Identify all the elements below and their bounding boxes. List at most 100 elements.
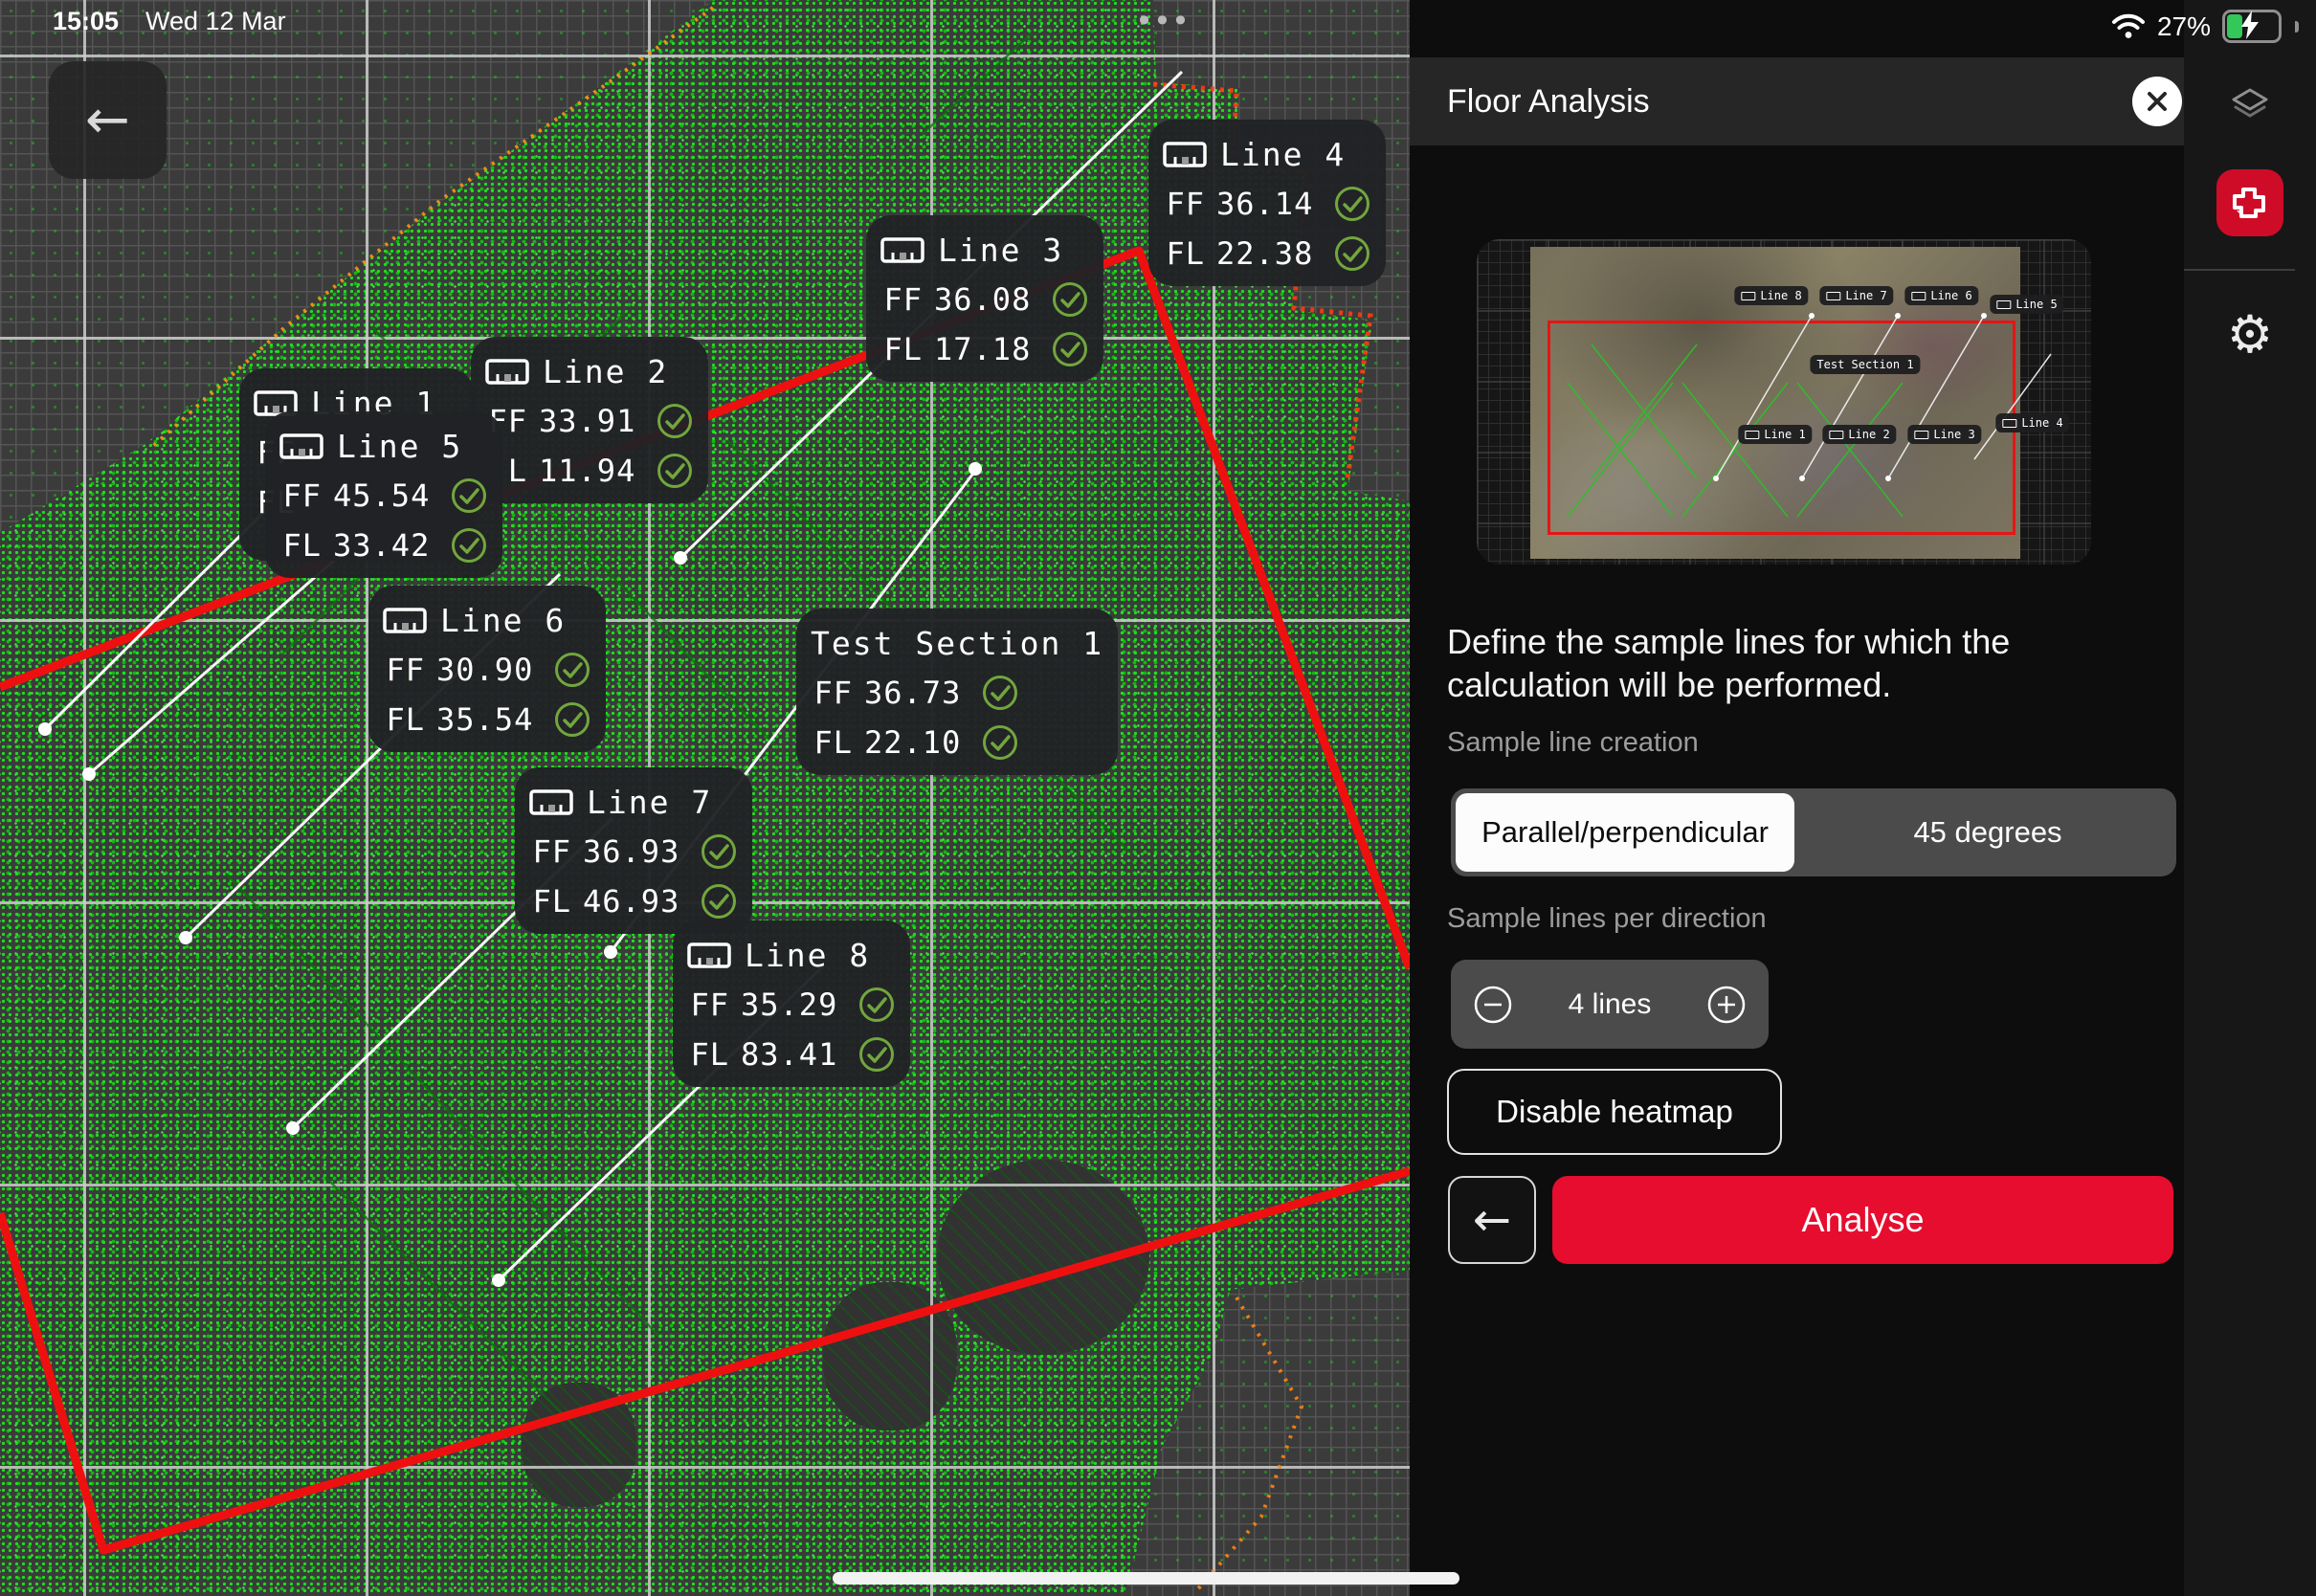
metric-row: FF36.93 <box>529 831 738 873</box>
measurement-callout-line3[interactable]: Line 3 FF36.08 FL17.18 <box>866 215 1103 382</box>
metric-row: FL83.41 <box>687 1033 896 1075</box>
battery-icon <box>2222 10 2282 43</box>
check-icon <box>981 723 1019 762</box>
check-icon <box>981 674 1019 712</box>
status-date: Wed 12 Mar <box>145 7 286 36</box>
segment-parallel-perpendicular[interactable]: Parallel/perpendicular <box>1456 793 1794 872</box>
check-icon <box>450 526 488 565</box>
battery-percent: 27% <box>2157 11 2211 42</box>
measurement-callout-line5[interactable]: Line 5 FF45.54 FL33.42 <box>265 411 502 578</box>
layers-icon[interactable] <box>2228 84 2272 128</box>
minus-button[interactable] <box>1472 984 1514 1026</box>
metric-row: FL17.18 <box>880 328 1089 370</box>
wifi-icon <box>2111 13 2146 40</box>
measurement-callout-line2[interactable]: Line 2 FF33.91 L11.94 <box>471 337 708 503</box>
ruler-icon <box>1163 142 1207 167</box>
floor-analysis-tool-button[interactable] <box>2216 169 2283 236</box>
lines-per-direction-stepper: 4 lines <box>1451 960 1769 1049</box>
metric-row: L11.94 <box>485 450 694 492</box>
sample-line-creation-label: Sample line creation <box>1447 727 1699 759</box>
check-icon <box>1051 330 1089 368</box>
thumbnail-label: Test Section 1 <box>1810 355 1920 374</box>
ruler-icon <box>1745 431 1759 439</box>
measurement-callout-line7[interactable]: Line 7 FF36.93 FL46.93 <box>515 767 752 934</box>
callout-title: Line 4 <box>1163 133 1371 175</box>
metric-row: FL46.93 <box>529 880 738 922</box>
ruler-icon <box>687 942 731 968</box>
tool-rail: ⚙ <box>2184 0 2316 1596</box>
panel-title: Floor Analysis <box>1447 83 1650 121</box>
check-icon <box>553 651 591 689</box>
back-button[interactable]: ← <box>49 61 167 179</box>
analyse-button[interactable]: Analyse <box>1552 1176 2173 1264</box>
metric-row: FF30.90 <box>383 649 591 691</box>
thumbnail-label: Line 1 <box>1738 425 1812 444</box>
panel-header: Floor Analysis <box>1410 57 2184 145</box>
measurement-callout-line4[interactable]: Line 4 FF36.14 FL22.38 <box>1148 120 1386 286</box>
rail-divider <box>2184 269 2295 271</box>
check-icon <box>1333 185 1371 223</box>
ruler-icon <box>1826 292 1840 300</box>
disable-heatmap-button[interactable]: Disable heatmap <box>1447 1069 1782 1155</box>
thumbnail-label: Line 6 <box>1904 286 1978 305</box>
ruler-icon <box>1829 431 1843 439</box>
thumbnail-label: Line 8 <box>1734 286 1808 305</box>
home-indicator[interactable] <box>833 1572 1459 1585</box>
charging-bolt-icon <box>2238 10 2261 40</box>
callout-title: Line 7 <box>529 781 738 823</box>
ruler-icon <box>485 359 529 385</box>
check-icon <box>700 832 738 871</box>
ruler-icon <box>1996 300 2011 309</box>
check-icon <box>1333 234 1371 273</box>
ruler-icon <box>2002 419 2016 428</box>
ruler-icon <box>279 433 323 459</box>
measurement-callout-line6[interactable]: Line 6 FF30.90 FL35.54 <box>368 586 606 752</box>
metric-row: FL22.38 <box>1163 233 1371 275</box>
check-icon <box>700 882 738 920</box>
stepper-value: 4 lines <box>1569 988 1652 1021</box>
metric-row: FF45.54 <box>279 475 488 517</box>
metric-row: FF33.91 <box>485 400 694 442</box>
floor-analysis-panel: Floor Analysis <box>1410 0 2184 1596</box>
check-icon <box>857 986 896 1024</box>
measurement-callout-test-section-1[interactable]: Test Section 1 FF36.73 FL22.10 <box>796 609 1118 775</box>
floor-section-icon <box>2229 182 2271 224</box>
measurement-callout-line8[interactable]: Line 8 FF35.29 FL83.41 <box>673 920 910 1087</box>
metric-row: FF36.73 <box>811 672 1103 714</box>
thumbnail-label: Line 3 <box>1907 425 1981 444</box>
app-screen: Line 1 FF FL Line 2 FF33.91 L11.94 <box>0 0 2316 1596</box>
ruler-icon <box>1911 292 1926 300</box>
plus-button[interactable] <box>1705 984 1748 1026</box>
gear-icon[interactable]: ⚙ <box>2184 304 2316 365</box>
status-battery-cluster: 27% <box>2111 10 2299 43</box>
callout-title: Line 8 <box>687 934 896 976</box>
check-icon <box>553 700 591 739</box>
point-cloud-canvas[interactable]: Line 1 FF FL Line 2 FF33.91 L11.94 <box>0 0 1410 1596</box>
check-icon <box>857 1035 896 1074</box>
metric-row: FF36.14 <box>1163 183 1371 225</box>
metric-row: FF35.29 <box>687 984 896 1026</box>
metric-row: FL35.54 <box>383 698 591 741</box>
callout-title: Line 3 <box>880 229 1089 271</box>
ruler-icon <box>1914 431 1928 439</box>
close-button[interactable] <box>2132 77 2182 126</box>
check-icon <box>450 477 488 515</box>
multitask-dots-indicator[interactable]: ••• <box>1113 2 1218 39</box>
panel-back-button[interactable]: ← <box>1448 1176 1536 1264</box>
close-icon <box>2146 90 2169 113</box>
segment-45-degrees[interactable]: 45 degrees <box>1799 788 2176 876</box>
callout-title: Line 6 <box>383 599 591 641</box>
callout-title: Line 5 <box>279 425 488 467</box>
check-icon <box>656 402 694 440</box>
callout-title: Line 2 <box>485 350 694 392</box>
ruler-icon <box>529 789 573 815</box>
ruler-icon <box>880 237 924 263</box>
thumbnail-label: Line 2 <box>1822 425 1896 444</box>
thumbnail-label: Line 7 <box>1819 286 1893 305</box>
floor-plan-thumbnail: Line 8 Line 7 Line 6 Line 5 Test Section… <box>1477 239 2091 565</box>
metric-row: FL22.10 <box>811 721 1103 764</box>
thumbnail-label: Line 4 <box>1995 413 2069 432</box>
ruler-icon <box>1741 292 1755 300</box>
check-icon <box>656 452 694 490</box>
check-icon <box>1051 280 1089 319</box>
